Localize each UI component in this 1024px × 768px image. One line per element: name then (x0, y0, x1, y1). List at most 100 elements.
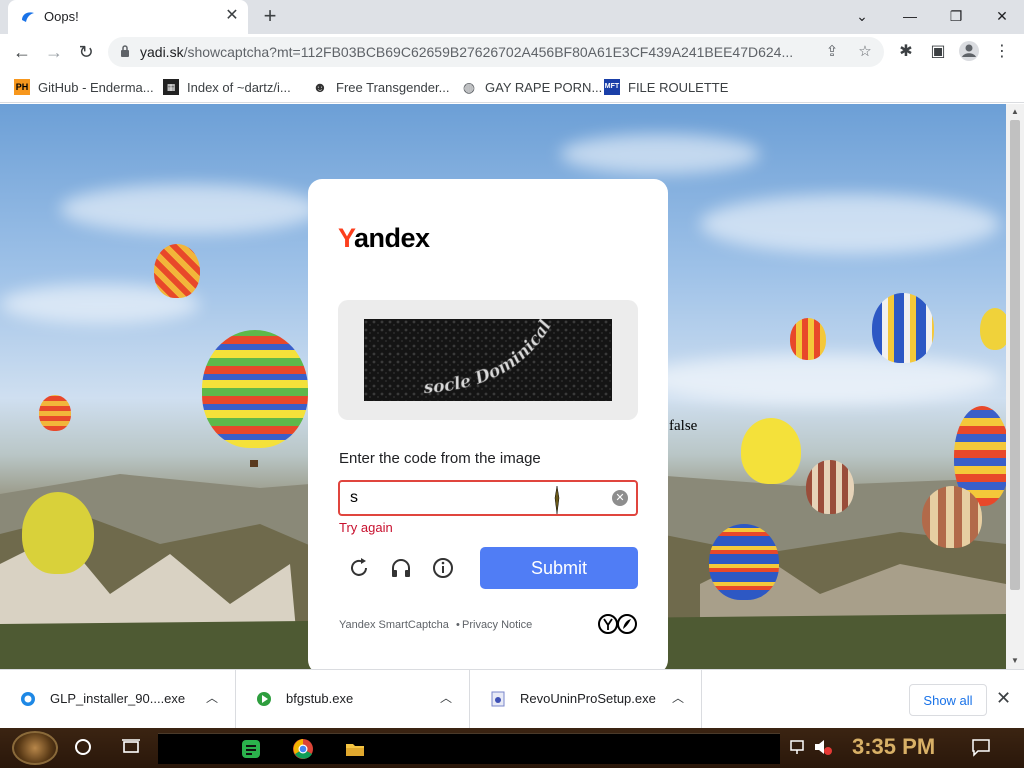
menu-kebab-icon[interactable]: ⋮ (990, 38, 1014, 66)
balloon-basket (250, 460, 258, 467)
download-item[interactable]: RevoUninProSetup.exe ︿ (470, 670, 702, 728)
hot-air-balloon (980, 308, 1006, 350)
tab-search-icon[interactable]: ⌄ (840, 3, 884, 29)
chevron-up-icon[interactable]: ︿ (440, 689, 452, 706)
cloud (60, 184, 320, 234)
bookmark-label: GitHub - Enderma... (38, 79, 154, 95)
yandex-disk-icon (22, 12, 34, 22)
bookmark-item[interactable]: ◍ GAY RAPE PORN... (461, 77, 602, 97)
installer-file-icon (21, 692, 35, 706)
anon-mask-icon: ☻ (312, 79, 328, 95)
bookmarks-bar: PH GitHub - Enderma... ▦ Index of ~dartz… (0, 71, 1024, 103)
extensions-icon[interactable]: ✱ (894, 38, 918, 66)
close-window-button[interactable]: ✕ (980, 3, 1024, 29)
stray-false-text: false (669, 418, 698, 434)
globe-icon: ◍ (462, 79, 476, 95)
yandex-logo: Yandex (338, 223, 430, 253)
refresh-icon[interactable] (347, 556, 371, 580)
bookmark-item[interactable]: ▦ Index of ~dartz/i... (163, 77, 291, 97)
profile-avatar-icon[interactable] (958, 40, 980, 62)
scroll-up-arrow-icon[interactable]: ▲ (1010, 107, 1020, 117)
download-item[interactable]: GLP_installer_90....exe ︿ (0, 670, 236, 728)
volume-muted-icon[interactable] (812, 736, 834, 758)
cloud (560, 134, 760, 174)
close-downloads-icon[interactable]: ✕ (996, 688, 1011, 709)
taskbar-apps-area (158, 733, 780, 764)
bookmark-item[interactable]: ☻ Free Transgender... (312, 77, 450, 97)
captcha-image-frame: socle Dominical (338, 300, 638, 420)
show-all-downloads-button[interactable]: Show all (909, 684, 987, 716)
chevron-up-icon[interactable]: ︿ (672, 689, 684, 706)
spreadsheet-app-icon[interactable] (240, 738, 262, 760)
hot-air-balloon (922, 486, 982, 548)
captcha-code-input[interactable] (338, 480, 638, 516)
action-center-icon[interactable] (970, 736, 992, 758)
captcha-distorted-text: socle Dominical (364, 319, 612, 401)
task-view-icon[interactable] (120, 736, 142, 758)
tab-close-icon[interactable]: ✕ (222, 6, 242, 26)
hot-air-balloon (806, 460, 854, 514)
url-text: yadi.sk/showcaptcha?mt=112FB03BCB69C6265… (140, 44, 794, 60)
captcha-image: socle Dominical (364, 319, 612, 401)
bookmark-label: Index of ~dartz/i... (187, 79, 291, 95)
privacy-notice-link[interactable]: Privacy Notice (462, 619, 532, 631)
bookmark-star-icon[interactable]: ☆ (854, 41, 876, 63)
scroll-down-arrow-icon[interactable]: ▼ (1010, 656, 1020, 666)
file-explorer-icon[interactable] (344, 738, 366, 760)
hot-air-balloon (790, 318, 826, 360)
cloud (700, 194, 1000, 254)
minimize-button[interactable]: — (888, 3, 932, 29)
captcha-card: Yandex socle Dominical Enter the code fr… (308, 179, 668, 674)
setup-file-icon (491, 691, 505, 707)
hot-air-balloon (39, 395, 71, 431)
download-filename: bfgstub.exe (286, 691, 354, 706)
smartcaptcha-link[interactable]: Yandex SmartCaptcha (339, 619, 449, 631)
bookmark-item[interactable]: PH GitHub - Enderma... (14, 77, 154, 97)
new-tab-button[interactable]: + (258, 5, 282, 29)
submit-button[interactable]: Submit (480, 547, 638, 589)
download-filename: RevoUninProSetup.exe (520, 691, 656, 706)
tab-title: Oops! (44, 9, 79, 24)
downloads-bar: GLP_installer_90....exe ︿ bfgstub.exe ︿ … (0, 669, 1024, 728)
mouse-cursor-icon (554, 486, 560, 514)
reload-button[interactable]: ↻ (72, 38, 100, 66)
hot-air-balloon (154, 244, 200, 298)
tab-active[interactable]: Oops! ✕ (8, 0, 248, 34)
audio-headphones-icon[interactable] (389, 556, 413, 580)
network-icon[interactable] (788, 736, 810, 758)
clear-input-icon[interactable]: ✕ (612, 490, 628, 506)
info-icon[interactable] (431, 556, 455, 580)
hot-air-balloon (22, 492, 94, 574)
bookmark-item[interactable]: MFT FILE ROULETTE (604, 77, 728, 97)
taskbar-clock[interactable]: 3:35 PM (852, 734, 935, 760)
download-filename: GLP_installer_90....exe (50, 691, 186, 706)
page-scrollbar[interactable]: ▲ ▼ (1006, 104, 1024, 670)
scroll-thumb[interactable] (1010, 120, 1020, 590)
tab-strip: Oops! ✕ + ⌄ — ❐ ✕ (0, 0, 1024, 34)
hot-air-balloon (202, 330, 308, 448)
hot-air-balloon (709, 524, 779, 600)
footer-separator: • (456, 619, 460, 631)
share-icon[interactable]: ⇪ (821, 41, 843, 63)
restore-button[interactable]: ❐ (934, 3, 978, 29)
ph-icon: PH (14, 79, 30, 95)
hot-air-balloon (741, 418, 801, 484)
bookmark-label: GAY RAPE PORN... (485, 79, 603, 95)
address-bar[interactable]: yadi.sk/showcaptcha?mt=112FB03BCB69C6265… (108, 37, 884, 67)
back-button[interactable]: ← (8, 38, 36, 66)
captcha-prompt: Enter the code from the image (339, 450, 541, 467)
chevron-up-icon[interactable]: ︿ (206, 689, 218, 706)
download-item[interactable]: bfgstub.exe ︿ (236, 670, 470, 728)
start-button[interactable] (12, 731, 58, 765)
chrome-icon[interactable] (292, 738, 314, 760)
cloud (640, 354, 1000, 404)
browser-toolbar: ← → ↻ yadi.sk/showcaptcha?mt=112FB03BCB6… (0, 34, 1024, 71)
mft-icon: MFT (604, 79, 620, 95)
yandex-smartcaptcha-logo-icon (598, 614, 637, 634)
forward-button[interactable]: → (40, 38, 68, 66)
grid-icon: ▦ (163, 79, 179, 95)
side-panel-icon[interactable]: ▣ (926, 38, 950, 66)
error-message: Try again (339, 520, 393, 535)
bfg-file-icon (257, 692, 271, 706)
cortana-icon[interactable] (72, 736, 94, 758)
